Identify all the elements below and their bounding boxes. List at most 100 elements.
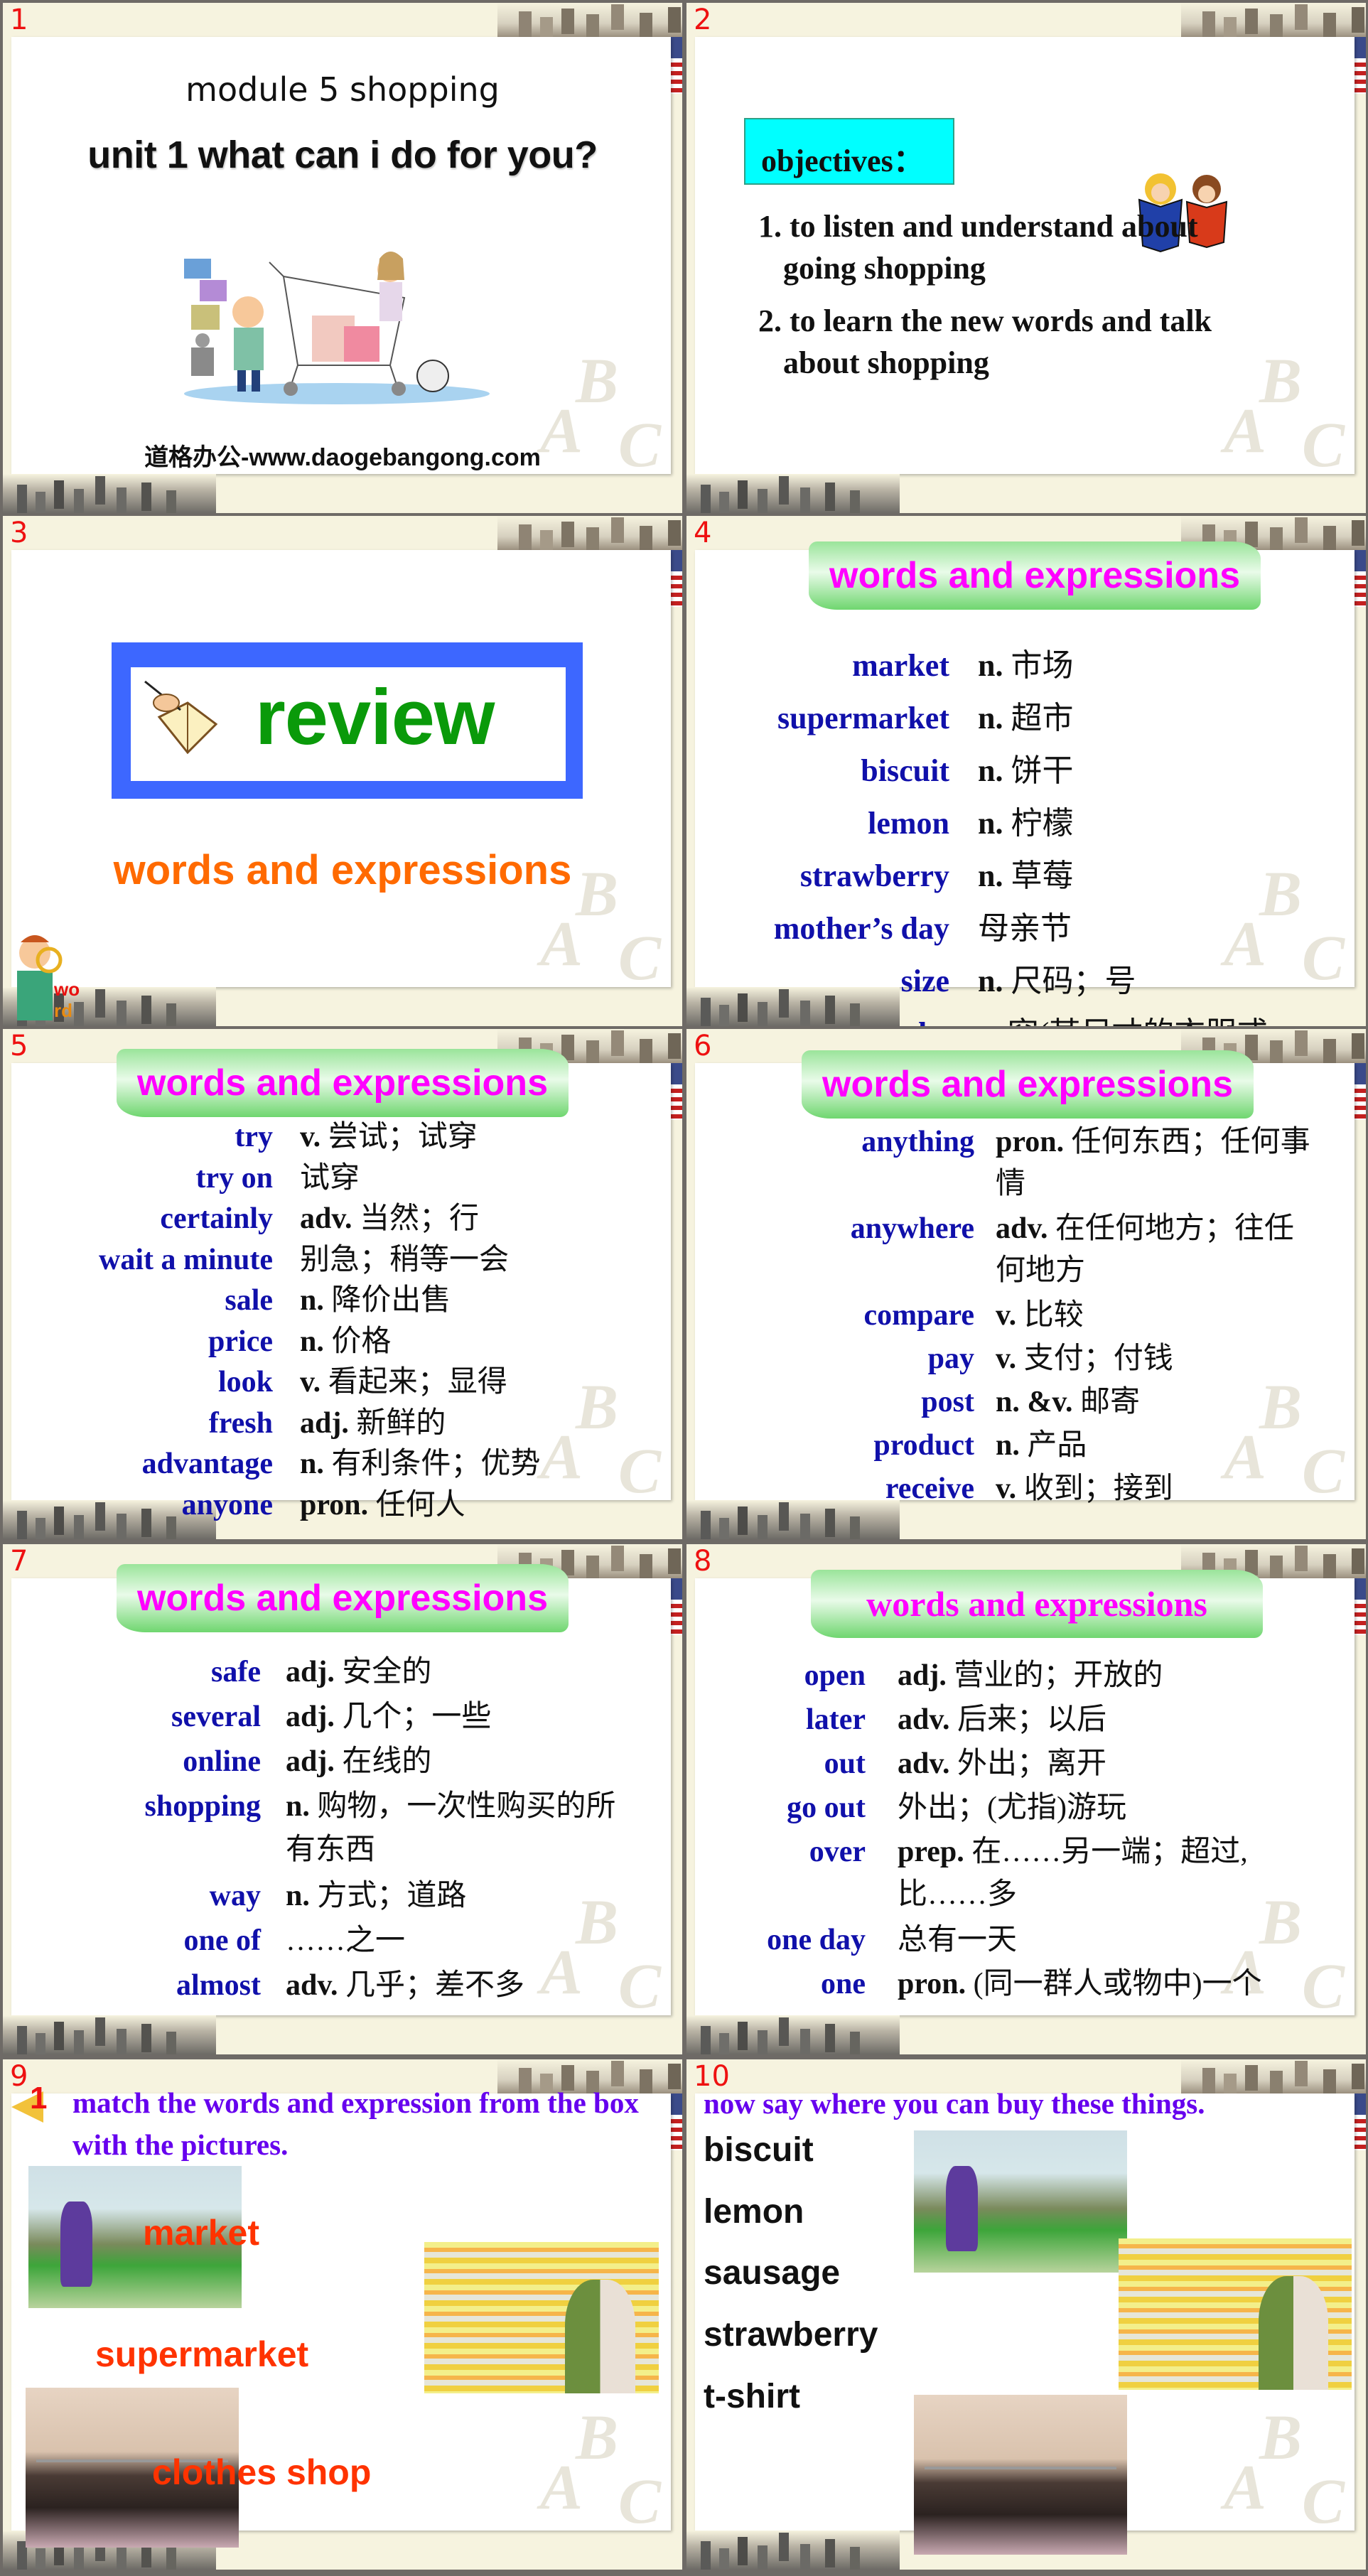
section-heading: words and expressions [866, 1584, 1207, 1624]
vocab-row: try on 试穿 [3, 1159, 655, 1199]
supermarket-photo [424, 2242, 659, 2393]
item-label: strawberry [704, 2316, 878, 2354]
chinese-meaning: 后来；以后 [957, 1703, 1107, 1736]
slide-thumbnail-7[interactable]: ABC 7 words and expressions safe adj. 安全的… [3, 1544, 682, 2054]
vocab-row: strawberry n. 草莓 [686, 851, 1291, 902]
vocab-term: try [235, 1121, 273, 1153]
vocab-row: later adv. 后来；以后 [686, 1698, 1296, 1741]
vocab-definition: adv. 当然；行 [300, 1200, 655, 1239]
chinese-meaning: 饼干 [1011, 753, 1074, 788]
vocab-term: biscuit [861, 753, 949, 788]
part-of-speech: n. [978, 858, 1003, 893]
wheel-icon [392, 382, 406, 396]
review-title: review [255, 674, 495, 761]
unit-title: unit 1 what can i do for you? [87, 134, 598, 176]
review-banner: review [112, 642, 583, 799]
objective-item: 1. to listen and understand about going … [758, 205, 1198, 290]
chinese-meaning: 几个；一些 [342, 1701, 492, 1733]
slide-number: 8 [694, 1545, 712, 1578]
vocab-definition: n. 市场 [978, 640, 1291, 691]
slide-thumbnail-3[interactable]: ABC 3 review words and expressions wo rd [3, 516, 682, 1026]
vocab-definition: n. &v. 邮寄 [996, 1381, 1323, 1423]
part-of-speech: v. [996, 1472, 1017, 1505]
flag-decoration [671, 1063, 682, 1120]
vocab-definition: n. 购物，一次性购买的所有东西 [286, 1785, 641, 1872]
skyline-decoration [686, 474, 900, 513]
skyline-decoration [497, 516, 682, 550]
section-heading-ribbon: words and expressions [809, 541, 1261, 610]
part-of-speech: adj. [286, 1745, 335, 1778]
vocab-term: product [873, 1429, 974, 1462]
flag-decoration [671, 2093, 682, 2150]
vocab-row: compare v. 比较 [686, 1295, 1323, 1337]
vocab-definition: v. 看起来；显得 [300, 1363, 655, 1403]
vocab-row: go out 外出；(尤指)游玩 [686, 1787, 1296, 1829]
skyline-decoration [1181, 2059, 1366, 2093]
chinese-meaning: 价格 [331, 1325, 392, 1358]
slide-thumbnail-5[interactable]: ABC 5 words and expressions try v. 尝试；试穿 t… [3, 1029, 682, 1539]
vocab-term: over [809, 1836, 866, 1868]
robot-icon [191, 333, 214, 376]
vocab-row: online adj. 在线的 [3, 1740, 641, 1784]
part-of-speech: pron. [300, 1488, 369, 1521]
vocab-term: anyone [181, 1488, 273, 1521]
vocab-row: price n. 价格 [3, 1322, 655, 1362]
slide-thumbnail-10[interactable]: ABC 10 now say where you can buy these t… [686, 2059, 1366, 2570]
chinese-meaning: 在线的 [342, 1745, 432, 1778]
soccer-ball-icon [416, 360, 449, 392]
chinese-meaning: 草莓 [1011, 858, 1074, 893]
slide-thumbnail-2[interactable]: ABC 2 objectives： 1. to listen and under… [686, 3, 1366, 513]
vocab-term: sale [225, 1284, 273, 1317]
magnifier-boy-icon: wo rd [17, 935, 80, 1021]
flag-decoration [1354, 1578, 1366, 1635]
flag-decoration [1354, 550, 1366, 607]
part-of-speech: adj. [898, 1659, 947, 1692]
vocab-row: out adv. 外出；离开 [686, 1742, 1296, 1785]
vocab-row: biscuit n. 饼干 [686, 745, 1291, 797]
vocab-row: one day 总有一天 [686, 1919, 1296, 1961]
place-label: market [143, 2213, 259, 2253]
vocab-definition: n. 有利条件；优势 [300, 1445, 655, 1484]
vocab-definition: prep. 在……另一端；超过,比……多 [898, 1831, 1296, 1916]
slide-thumbnail-1[interactable]: ABC 1 module 5 shopping unit 1 what can … [3, 3, 682, 513]
vocab-row: anything pron. 任何东西；任何事情 [686, 1121, 1323, 1205]
section-heading-ribbon: words and expressions [802, 1050, 1254, 1119]
website-footer: 道格办公-www.daogebangong.com [144, 444, 541, 471]
chinese-meaning: ……之一 [286, 1924, 406, 1957]
vocab-row: size n. 尺码；号 [686, 956, 1291, 1007]
vocab-term: anywhere [850, 1212, 974, 1245]
part-of-speech: n. [300, 1448, 324, 1480]
vocab-row: open adj. 营业的；开放的 [686, 1654, 1296, 1697]
clothes-shop-photo [914, 2395, 1127, 2555]
chinese-meaning: 降价出售 [331, 1284, 451, 1317]
vocab-term: wait a minute [99, 1243, 273, 1276]
vocab-term: several [171, 1701, 261, 1733]
vocab-definition: 外出；(尤指)游玩 [898, 1787, 1296, 1829]
chinese-meaning: 收到；接到 [1023, 1472, 1173, 1505]
vocab-term: open [804, 1659, 866, 1692]
vocab-term: lemon [868, 806, 949, 841]
part-of-speech: n. [978, 753, 1003, 788]
vocab-definition: 母亲节 [978, 903, 1291, 954]
section-heading: words and expressions [137, 1062, 548, 1104]
slide-thumbnail-4[interactable]: ABC 4 words and expressions market n. 市场 s… [686, 516, 1366, 1026]
part-of-speech: adv. [898, 1747, 950, 1780]
chinese-meaning: 支付；付钱 [1023, 1342, 1173, 1375]
chinese-meaning: 邮寄 [1080, 1386, 1141, 1418]
part-of-speech: prep. [898, 1836, 964, 1868]
slide-thumbnail-8[interactable]: ABC 8 words and expressions open adj. 营业的… [686, 1544, 1366, 2054]
vocab-term: one day [767, 1924, 866, 1956]
vocab-definition: adv. 外出；离开 [898, 1742, 1296, 1785]
vocab-row: one of ……之一 [3, 1919, 641, 1963]
skyline-decoration [686, 2531, 900, 2570]
slide-thumbnail-9[interactable]: ABC 9 1 match the words and expression f… [3, 2059, 682, 2570]
vocab-definition: adj. 几个；一些 [286, 1696, 641, 1739]
vocab-row: supermarket n. 超市 [686, 693, 1291, 744]
vocab-row: advantage n. 有利条件；优势 [3, 1445, 655, 1484]
vocab-definition: adv. 后来；以后 [898, 1698, 1296, 1741]
vocab-definition: n. 降价出售 [300, 1281, 655, 1321]
flag-decoration [1354, 2093, 1366, 2150]
slide-thumbnail-6[interactable]: ABC 6 words and expressions anything pron… [686, 1029, 1366, 1539]
vocab-row: product n. 产品 [686, 1425, 1323, 1467]
chinese-meaning: 市场 [1011, 648, 1074, 683]
